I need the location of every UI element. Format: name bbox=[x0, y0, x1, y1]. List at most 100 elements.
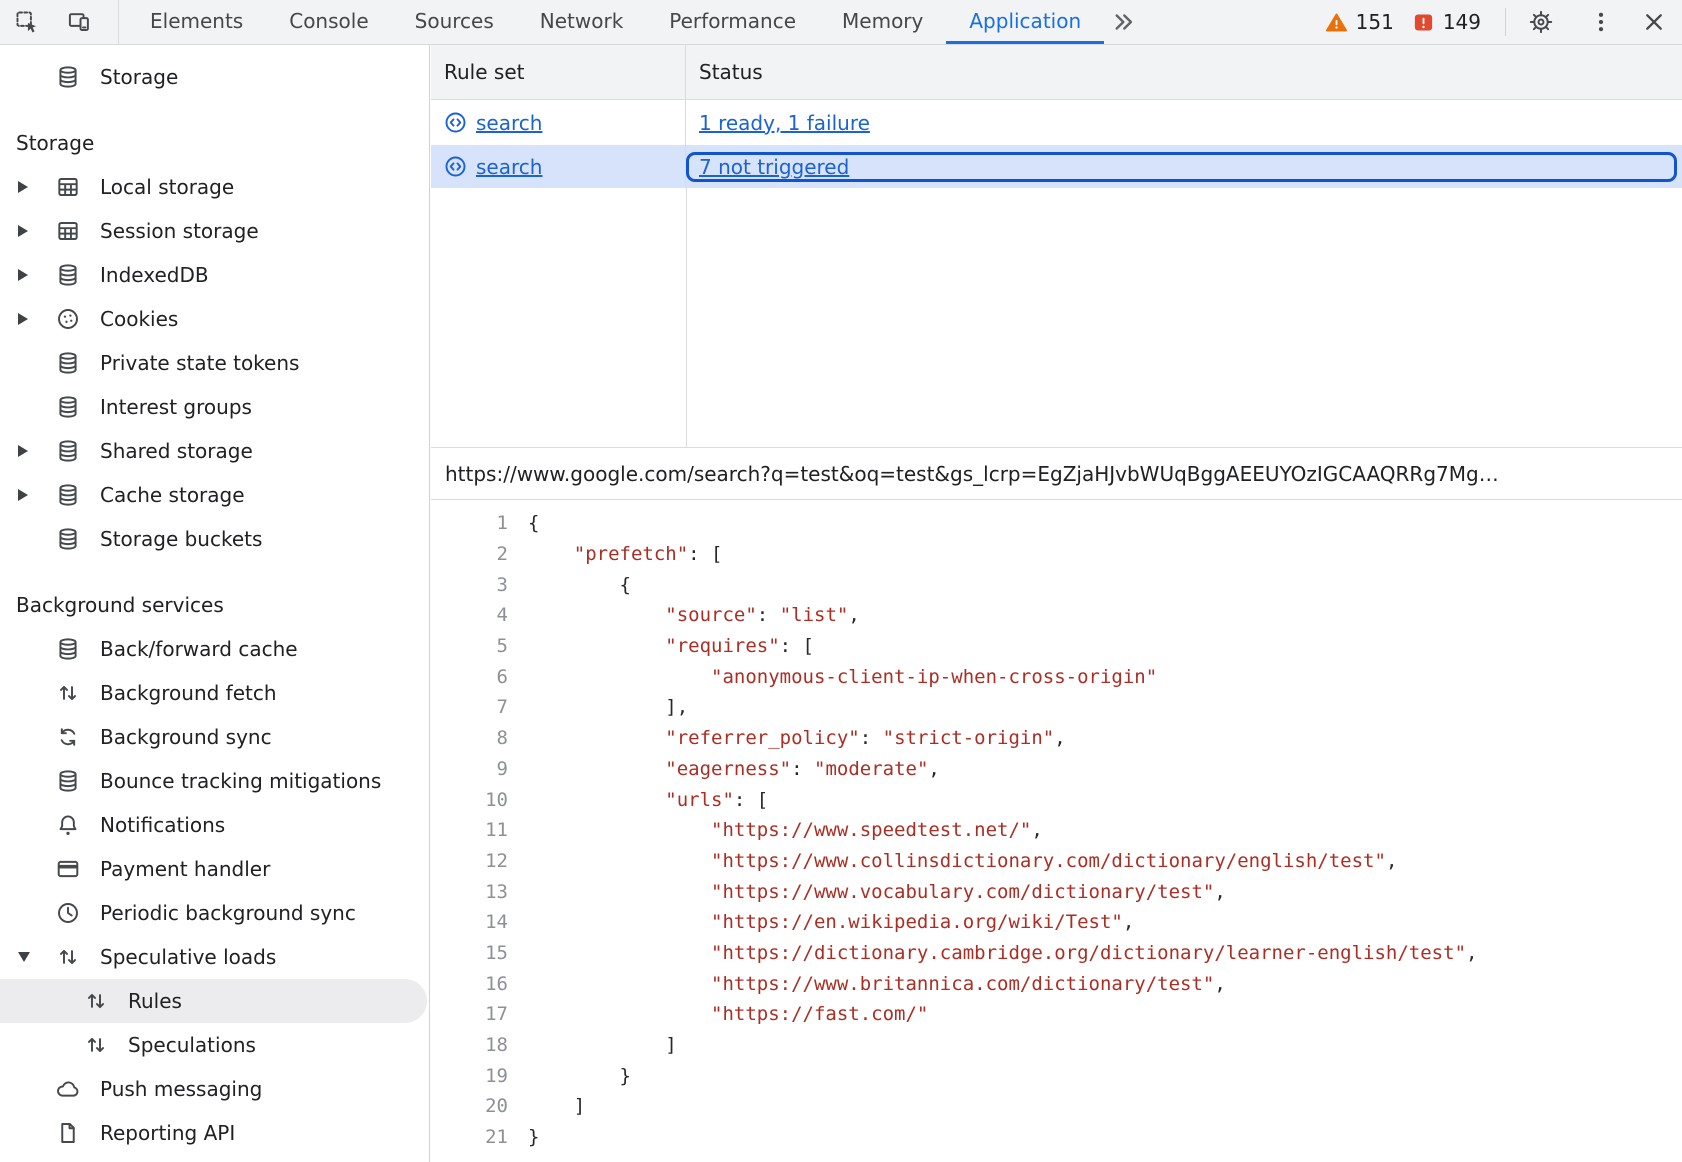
sidebar-item-periodic-background-sync[interactable]: Periodic background sync bbox=[0, 891, 429, 935]
code-line: 12 "https://www.collinsdictionary.com/di… bbox=[431, 846, 1682, 877]
token-plain: , bbox=[1466, 942, 1477, 964]
tab-memory[interactable]: Memory bbox=[819, 0, 946, 44]
issue-count: 149 bbox=[1443, 10, 1481, 34]
sidebar-item-indexeddb[interactable]: IndexedDB bbox=[0, 253, 429, 297]
sidebar-item-cache-storage[interactable]: Cache storage bbox=[0, 473, 429, 517]
toolbar-divider bbox=[1505, 8, 1506, 36]
sidebar-item-notifications[interactable]: Notifications bbox=[0, 803, 429, 847]
cloud-icon bbox=[55, 1076, 81, 1102]
line-number: 16 bbox=[431, 973, 508, 995]
sidebar-item-back-forward-cache[interactable]: Back/forward cache bbox=[0, 627, 429, 671]
code-content: { bbox=[528, 574, 631, 596]
section-header-storage: Storage bbox=[0, 121, 429, 165]
inspect-icon bbox=[14, 9, 40, 35]
tab-console[interactable]: Console bbox=[266, 0, 391, 44]
warning-count: 151 bbox=[1356, 10, 1394, 34]
double-chevron-right-icon bbox=[1110, 9, 1136, 35]
sidebar-item-interest-groups[interactable]: Interest groups bbox=[0, 385, 429, 429]
sidebar-item-label: Speculations bbox=[128, 1033, 256, 1057]
database-icon bbox=[55, 768, 81, 794]
token-plain bbox=[528, 911, 711, 933]
expander-icon[interactable] bbox=[18, 952, 55, 962]
sidebar-item-label: Shared storage bbox=[100, 439, 253, 463]
settings-button[interactable] bbox=[1528, 9, 1554, 35]
clock-icon bbox=[55, 900, 81, 926]
toolbar-right: 151 149 bbox=[1325, 8, 1682, 36]
expander-icon[interactable] bbox=[18, 313, 55, 325]
sidebar-item-session-storage[interactable]: Session storage bbox=[0, 209, 429, 253]
selected-status-outline[interactable]: 7 not triggered bbox=[686, 152, 1677, 182]
expander-icon[interactable] bbox=[18, 489, 55, 501]
tab-elements[interactable]: Elements bbox=[127, 0, 266, 44]
code-content: "prefetch": [ bbox=[528, 543, 722, 565]
sidebar-item-background-fetch[interactable]: Background fetch bbox=[0, 671, 429, 715]
kebab-menu-icon bbox=[1588, 9, 1614, 35]
token-plain bbox=[528, 973, 711, 995]
close-button[interactable] bbox=[1641, 9, 1667, 35]
token-string: "strict-origin" bbox=[883, 727, 1055, 749]
sidebar-item-local-storage[interactable]: Local storage bbox=[0, 165, 429, 209]
triangle-down-icon bbox=[18, 952, 30, 962]
expander-icon[interactable] bbox=[18, 445, 55, 457]
sidebar-item-bounce-tracking-mitigations[interactable]: Bounce tracking mitigations bbox=[0, 759, 429, 803]
sidebar-item-push-messaging[interactable]: Push messaging bbox=[0, 1067, 429, 1111]
line-number: 11 bbox=[431, 819, 508, 841]
expander-icon[interactable] bbox=[18, 181, 55, 193]
token-plain: ], bbox=[528, 696, 688, 718]
device-toolbar-button[interactable] bbox=[66, 9, 92, 35]
ruleset-link[interactable]: search bbox=[444, 111, 542, 135]
sidebar-item-label: IndexedDB bbox=[100, 263, 209, 287]
line-number: 18 bbox=[431, 1034, 508, 1056]
sidebar-item-cookies[interactable]: Cookies bbox=[0, 297, 429, 341]
token-plain bbox=[528, 881, 711, 903]
tab-network[interactable]: Network bbox=[517, 0, 647, 44]
sidebar-item-background-sync[interactable]: Background sync bbox=[0, 715, 429, 759]
code-content: "https://www.britannica.com/dictionary/t… bbox=[528, 973, 1226, 995]
code-content: "https://www.speedtest.net/", bbox=[528, 819, 1043, 841]
more-tabs-button[interactable] bbox=[1110, 9, 1136, 35]
gear-icon bbox=[1528, 9, 1554, 35]
expander-icon[interactable] bbox=[18, 269, 55, 281]
ruleset-table-empty-area bbox=[431, 188, 1682, 447]
sidebar-item-reporting-api[interactable]: Reporting API bbox=[0, 1111, 429, 1155]
code-content: ], bbox=[528, 696, 688, 718]
line-number: 20 bbox=[431, 1095, 508, 1117]
code-line: 4 "source": "list", bbox=[431, 600, 1682, 631]
status-link[interactable]: 7 not triggered bbox=[699, 155, 849, 179]
line-number: 13 bbox=[431, 881, 508, 903]
sidebar-item-label: Rules bbox=[128, 989, 182, 1013]
database-icon bbox=[55, 350, 81, 376]
token-string: "list" bbox=[780, 604, 849, 626]
ruleset-row[interactable]: search 1 ready, 1 failure bbox=[431, 100, 1682, 145]
database-icon bbox=[55, 526, 81, 552]
sidebar-item-speculative-loads[interactable]: Speculative loads bbox=[0, 935, 429, 979]
status-link[interactable]: 1 ready, 1 failure bbox=[699, 111, 870, 135]
code-line: 19 } bbox=[431, 1060, 1682, 1091]
sidebar-item-rules[interactable]: Rules bbox=[0, 979, 427, 1023]
sidebar-item-payment-handler[interactable]: Payment handler bbox=[0, 847, 429, 891]
more-options-button[interactable] bbox=[1588, 9, 1614, 35]
line-number: 12 bbox=[431, 850, 508, 872]
ruleset-row[interactable]: search 7 not triggered bbox=[431, 145, 1682, 188]
issues-badge[interactable]: 149 bbox=[1412, 10, 1481, 34]
sidebar-item-private-state-tokens[interactable]: Private state tokens bbox=[0, 341, 429, 385]
sidebar-item-storage[interactable]: Storage bbox=[0, 55, 429, 99]
tab-performance[interactable]: Performance bbox=[646, 0, 819, 44]
sidebar-item-speculations[interactable]: Speculations bbox=[0, 1023, 429, 1067]
sidebar-item-storage-buckets[interactable]: Storage buckets bbox=[0, 517, 429, 561]
token-string: "source" bbox=[665, 604, 757, 626]
tab-application[interactable]: Application bbox=[946, 0, 1104, 44]
tab-sources[interactable]: Sources bbox=[392, 0, 517, 44]
sidebar-item-shared-storage[interactable]: Shared storage bbox=[0, 429, 429, 473]
token-string: "https://www.speedtest.net/" bbox=[711, 819, 1031, 841]
code-content: "urls": [ bbox=[528, 789, 768, 811]
warning-badge[interactable]: 151 bbox=[1325, 10, 1394, 34]
inspect-button[interactable] bbox=[14, 9, 40, 35]
sidebar-item-label: Private state tokens bbox=[100, 351, 299, 375]
sidebar-item-label: Reporting API bbox=[100, 1121, 235, 1145]
code-icon bbox=[444, 111, 467, 134]
expander-icon[interactable] bbox=[18, 225, 55, 237]
table-icon bbox=[55, 218, 81, 244]
sidebar-item-label: Push messaging bbox=[100, 1077, 262, 1101]
ruleset-link[interactable]: search bbox=[444, 155, 542, 179]
